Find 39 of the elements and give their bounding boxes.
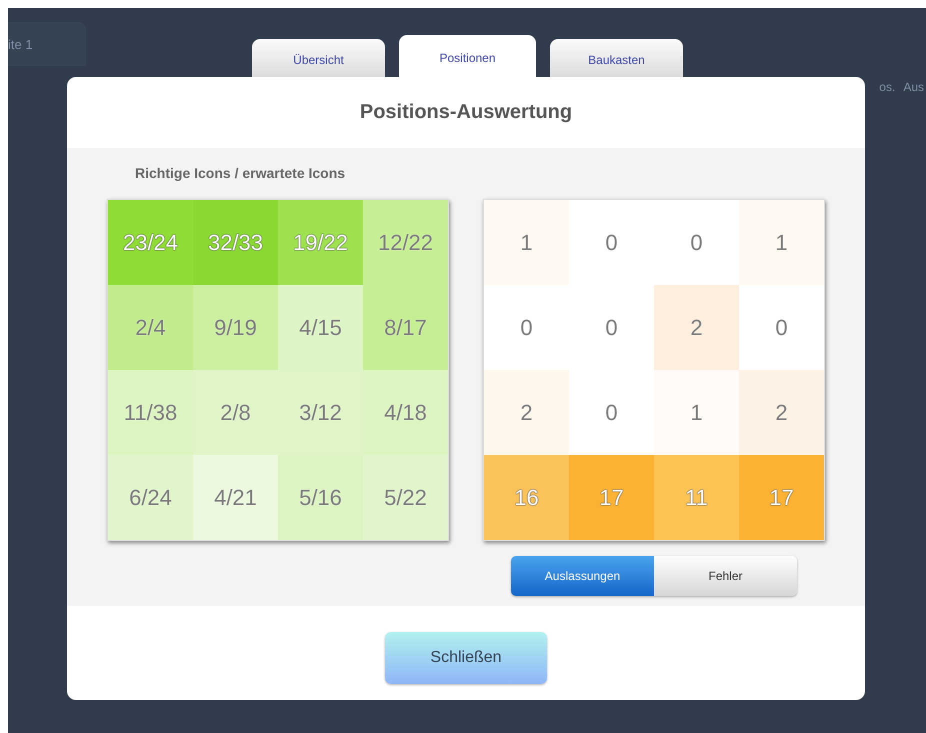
grid-cell: 0 [569, 200, 654, 285]
grid-cell: 4/18 [363, 370, 448, 455]
grid-cell: 9/19 [193, 285, 278, 370]
grid-cell: 19/22 [278, 200, 363, 285]
column-header: os. [879, 80, 896, 94]
grid-caption: Richtige Icons / erwartete Icons [135, 164, 346, 183]
toggle-button[interactable]: Auslassungen [511, 556, 654, 596]
grid-cell: 1 [739, 200, 824, 285]
grid-cell: 12/22 [363, 200, 448, 285]
grid-cell: 2 [654, 285, 739, 370]
grid-cell: 5/22 [363, 455, 448, 540]
grid-cell: 4/15 [278, 285, 363, 370]
dialog-title: Positions-Auswertung [360, 101, 572, 124]
grid-cell: 0 [654, 200, 739, 285]
grid-cell: 11/38 [108, 370, 193, 455]
grid-cell: 17 [739, 455, 824, 540]
grid-cell: 0 [569, 285, 654, 370]
grid-cell: 2 [484, 370, 569, 455]
grid-cell: 4/21 [193, 455, 278, 540]
grid-cell: 2/4 [108, 285, 193, 370]
column-header: Aus [903, 80, 924, 94]
grid-cell: 5/16 [278, 455, 363, 540]
grid-cell: 1 [654, 370, 739, 455]
grid-cell: 3/12 [278, 370, 363, 455]
grid-cell: 17 [569, 455, 654, 540]
close-button[interactable]: Schließen [385, 632, 547, 684]
grid-cell: 1 [484, 200, 569, 285]
grid-cell: 2 [739, 370, 824, 455]
grid-cell: 0 [569, 370, 654, 455]
grid-cell: 0 [739, 285, 824, 370]
grid-cell: 8/17 [363, 285, 448, 370]
grid-cell: 32/33 [193, 200, 278, 285]
grid-cell: 6/24 [108, 455, 193, 540]
grid-cell: 0 [484, 285, 569, 370]
grid-cell: 2/8 [193, 370, 278, 455]
grid-cell: 11 [654, 455, 739, 540]
grid-cell: 16 [484, 455, 569, 540]
toggle-button[interactable]: Fehler [654, 556, 797, 596]
grid-cell: 23/24 [108, 200, 193, 285]
